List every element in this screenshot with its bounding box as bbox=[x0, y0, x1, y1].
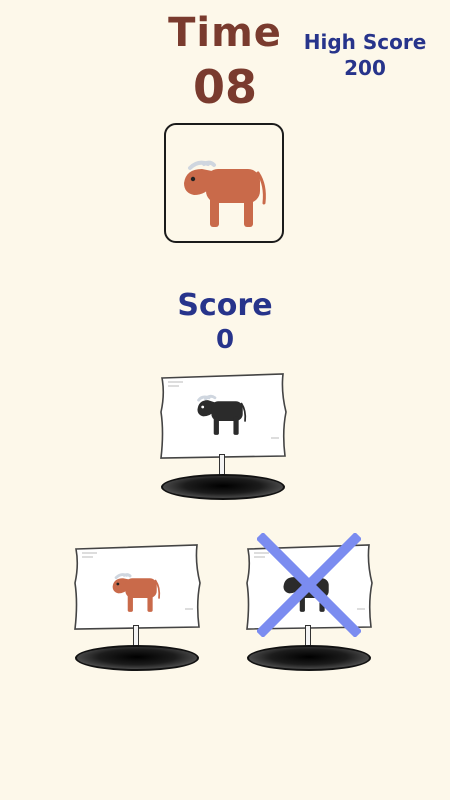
brown-ox-icon bbox=[112, 573, 161, 612]
target-card bbox=[164, 123, 284, 243]
score-label: Score bbox=[177, 288, 273, 323]
hole bbox=[247, 645, 371, 671]
score-value: 0 bbox=[215, 325, 235, 355]
hole bbox=[161, 474, 285, 500]
hole-top[interactable] bbox=[159, 372, 289, 512]
hole-bottom-left[interactable] bbox=[73, 543, 203, 683]
time-value: 08 bbox=[192, 60, 257, 114]
hole bbox=[75, 645, 199, 671]
cross-mark-icon bbox=[257, 533, 361, 637]
black-bull-icon bbox=[197, 394, 247, 435]
brown-ox-icon bbox=[184, 160, 266, 227]
time-label: Time bbox=[168, 10, 282, 56]
high-score-label: High Score bbox=[303, 30, 427, 54]
high-score-value: 200 bbox=[344, 56, 386, 80]
hole-bottom-right[interactable] bbox=[245, 533, 375, 683]
